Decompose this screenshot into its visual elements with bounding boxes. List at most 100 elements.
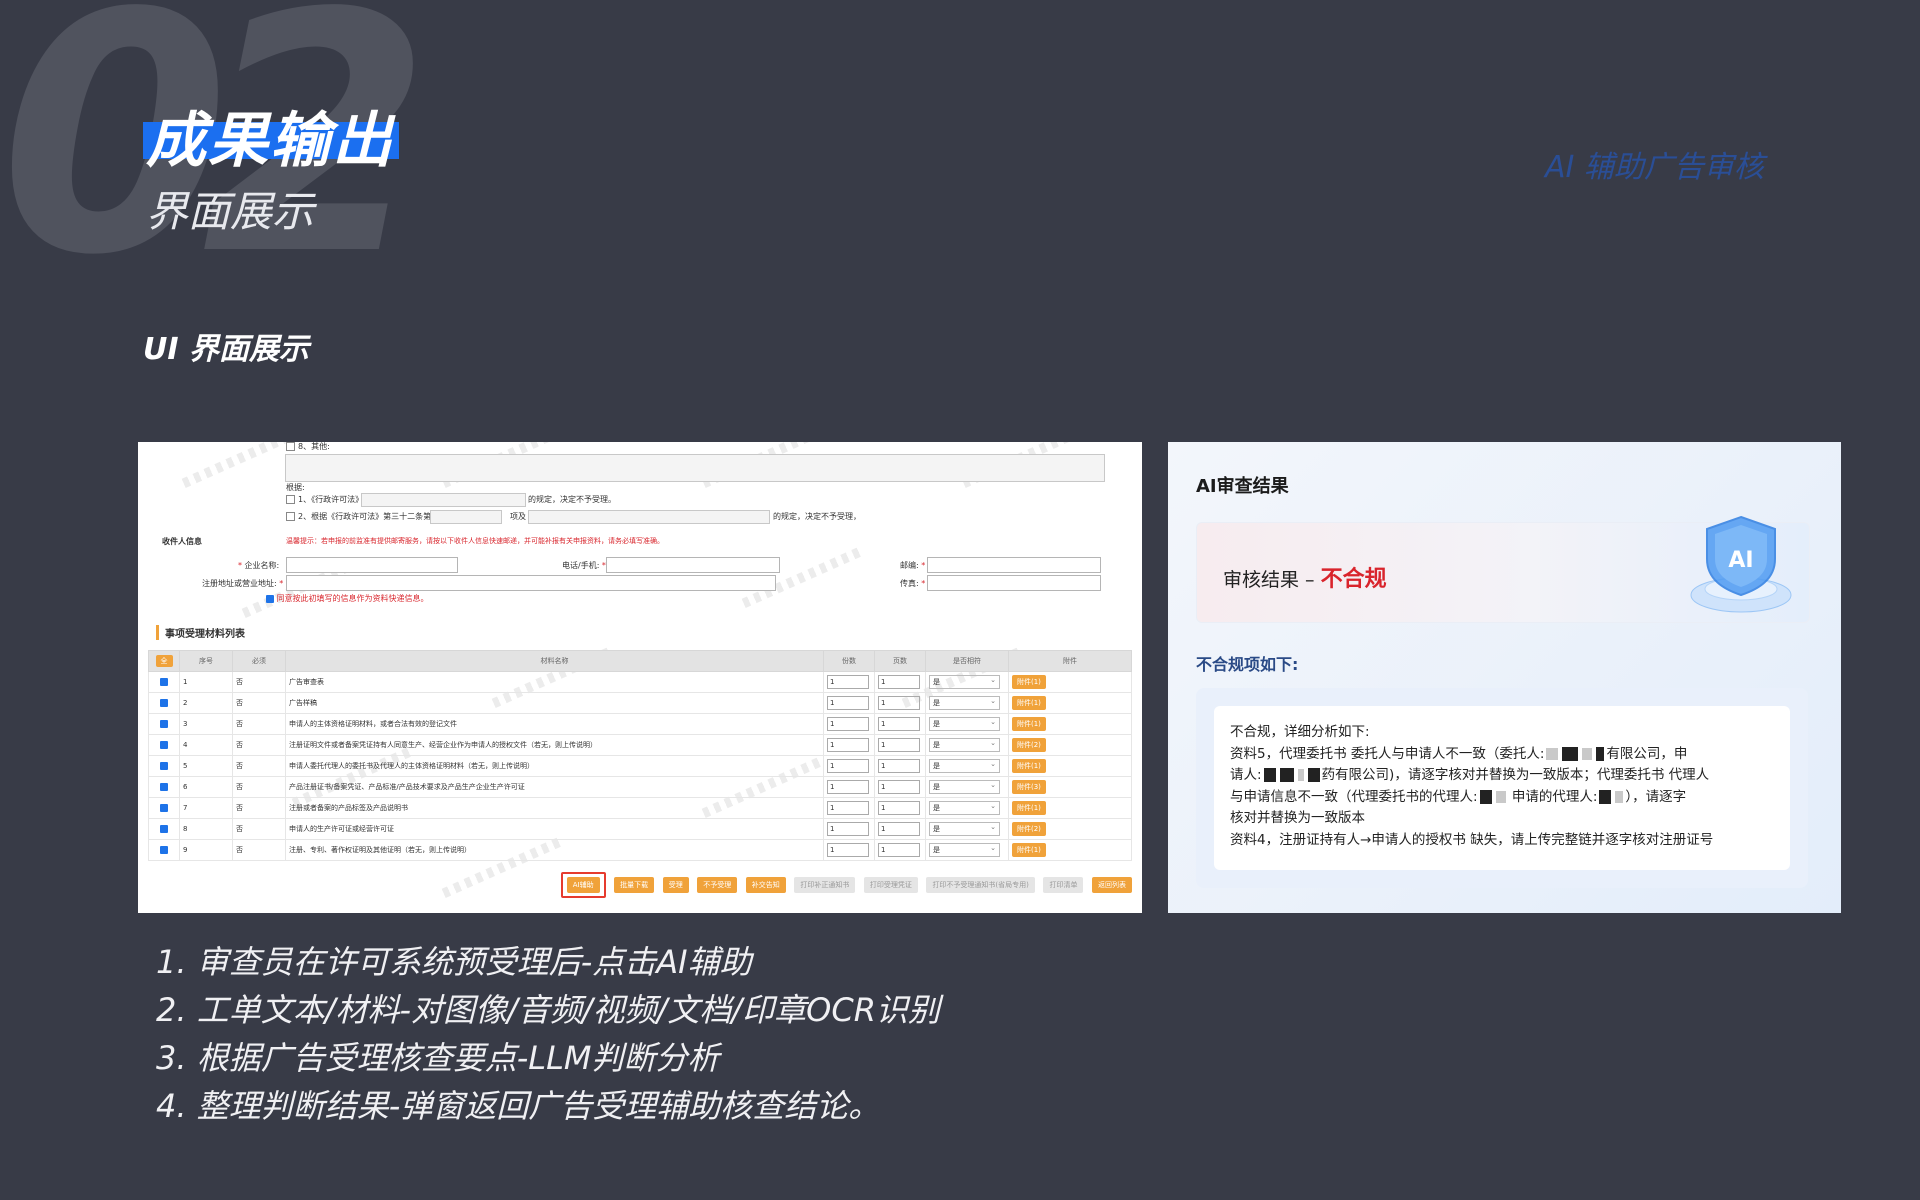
row-checkbox[interactable] [148, 797, 180, 819]
other-reason-textarea[interactable] [285, 454, 1105, 482]
basis-2-item-input[interactable] [430, 510, 502, 524]
reject-button[interactable]: 不予受理 [697, 877, 738, 893]
table-row: 2否广告样稿11是附件(1) [148, 692, 1132, 714]
email-input[interactable] [927, 557, 1101, 573]
basis-option-2[interactable]: 2、根据《行政许可法》第三十二条第 [286, 511, 431, 522]
row-match-select[interactable]: 是 [925, 797, 1009, 819]
row-match-select[interactable]: 是 [925, 692, 1009, 714]
row-attachment-button[interactable]: 附件(1) [1008, 839, 1132, 861]
row-material-name: 申请人委托代理人的委托书及代理人的主体资格证明材料（若无，则上传说明） [285, 755, 824, 777]
process-steps: 1. 审查员在许可系统预受理后-点击AI辅助 2. 工单文本/材料-对图像/音频… [156, 938, 940, 1130]
row-attachment-button[interactable]: 附件(1) [1008, 713, 1132, 735]
fax-label: 传真: * [900, 579, 926, 588]
row-copies[interactable]: 1 [823, 692, 875, 714]
row-copies[interactable]: 1 [823, 671, 875, 693]
corner-tag: AI 辅助广告审核 [1545, 150, 1764, 185]
row-pages[interactable]: 1 [874, 692, 926, 714]
row-pages[interactable]: 1 [874, 839, 926, 861]
step-1: 1. 审查员在许可系统预受理后-点击AI辅助 [156, 943, 752, 981]
mail-notice: 温馨提示：若申报的前监准有提供邮寄服务，请按以下收件人信息快速邮递，并可能补报有… [286, 537, 664, 545]
row-checkbox[interactable] [148, 671, 180, 693]
row-match-select[interactable]: 是 [925, 818, 1009, 840]
ai-review-result-panel: AI审查结果 审核结果 – 不合规 AI 不合规项如下: 不合规，详细分析如下:… [1168, 442, 1841, 913]
row-number: 2 [179, 692, 233, 714]
row-pages[interactable]: 1 [874, 818, 926, 840]
table-row: 8否申请人的生产许可证或经营许可证11是附件(2) [148, 818, 1132, 840]
col-no: 序号 [179, 650, 233, 672]
phone-input[interactable] [606, 557, 780, 573]
step-2: 2. 工单文本/材料-对图像/音频/视频/文档/印章OCR识别 [156, 991, 940, 1029]
row-match-select[interactable]: 是 [925, 839, 1009, 861]
print-receipt-button[interactable]: 打印受理凭证 [863, 877, 918, 893]
row-checkbox[interactable] [148, 776, 180, 798]
print-reject-notice-button[interactable]: 打印不予受理通知书(省局专用) [926, 877, 1035, 893]
address-input[interactable] [286, 575, 776, 591]
agree-checkbox[interactable]: 同意按此初填写的信息作为资料快递信息。 [266, 593, 429, 604]
row-copies[interactable]: 1 [823, 734, 875, 756]
ai-shield-icon: AI [1690, 515, 1792, 613]
page-subtitle: 界面展示 [146, 187, 315, 236]
back-to-list-button[interactable]: 返回列表 [1092, 877, 1132, 893]
row-copies[interactable]: 1 [823, 713, 875, 735]
row-attachment-button[interactable]: 附件(2) [1008, 818, 1132, 840]
select-all-header[interactable]: 全 [148, 650, 180, 672]
row-checkbox[interactable] [148, 755, 180, 777]
row-match-select[interactable]: 是 [925, 776, 1009, 798]
row-copies[interactable]: 1 [823, 839, 875, 861]
basis-2-mid: 项及 [510, 512, 526, 521]
ai-assist-button[interactable]: AI辅助 [566, 877, 600, 893]
material-list-title: 事项受理材料列表 [156, 625, 245, 640]
row-attachment-button[interactable]: 附件(1) [1008, 671, 1132, 693]
row-pages[interactable]: 1 [874, 734, 926, 756]
supplement-notice-button[interactable]: 补交告知 [745, 877, 786, 893]
issues-content: 不合规，详细分析如下: 资料5，代理委托书 委托人与申请人不一致（委托人: 有限公… [1214, 706, 1790, 870]
accept-button[interactable]: 受理 [662, 877, 689, 893]
row-match-select[interactable]: 是 [925, 734, 1009, 756]
row-match-select[interactable]: 是 [925, 755, 1009, 777]
basis-1-input[interactable] [361, 493, 526, 507]
row-attachment-button[interactable]: 附件(2) [1008, 734, 1132, 756]
basis-2-law-input[interactable] [528, 510, 770, 524]
row-material-name: 广告样稿 [285, 692, 824, 714]
svg-text:AI: AI [1728, 548, 1753, 573]
print-correction-button[interactable]: 打印补正通知书 [794, 877, 856, 893]
row-match-select[interactable]: 是 [925, 713, 1009, 735]
row-attachment-button[interactable]: 附件(1) [1008, 692, 1132, 714]
other-option[interactable]: 8、其他: [286, 442, 330, 452]
row-pages[interactable]: 1 [874, 797, 926, 819]
row-checkbox[interactable] [148, 818, 180, 840]
row-copies[interactable]: 1 [823, 755, 875, 777]
material-table: 全 序号 必须 材料名称 份数 页数 是否相符 附件 1否广告审查表11是附件(… [148, 650, 1132, 861]
row-required: 否 [232, 713, 286, 735]
row-attachment-button[interactable]: 附件(3) [1008, 776, 1132, 798]
row-required: 否 [232, 734, 286, 756]
fax-input[interactable] [927, 575, 1101, 591]
ai-assist-highlight: AI辅助 [560, 872, 606, 898]
step-3: 3. 根据广告受理核查要点-LLM判断分析 [156, 1039, 720, 1077]
batch-download-button[interactable]: 批量下载 [614, 877, 655, 893]
basis-option-1[interactable]: 1、《行政许可法》 [286, 494, 363, 505]
row-copies[interactable]: 1 [823, 797, 875, 819]
row-match-select[interactable]: 是 [925, 671, 1009, 693]
print-list-button[interactable]: 打印清单 [1043, 877, 1084, 893]
row-checkbox[interactable] [148, 692, 180, 714]
row-number: 3 [179, 713, 233, 735]
row-checkbox[interactable] [148, 713, 180, 735]
row-attachment-button[interactable]: 附件(1) [1008, 797, 1132, 819]
row-attachment-button[interactable]: 附件(1) [1008, 755, 1132, 777]
row-pages[interactable]: 1 [874, 671, 926, 693]
row-material-name: 产品注册证书/备案凭证、产品标准/产品技术要求及产品生产企业生产许可证 [285, 776, 824, 798]
row-copies[interactable]: 1 [823, 776, 875, 798]
row-pages[interactable]: 1 [874, 776, 926, 798]
row-pages[interactable]: 1 [874, 713, 926, 735]
row-number: 6 [179, 776, 233, 798]
row-pages[interactable]: 1 [874, 755, 926, 777]
col-pages: 页数 [874, 650, 926, 672]
result-status: 审核结果 – 不合规 [1223, 567, 1387, 592]
row-checkbox[interactable] [148, 839, 180, 861]
company-input[interactable] [286, 557, 458, 573]
company-label: * 企业名称: [238, 561, 280, 570]
row-required: 否 [232, 692, 286, 714]
row-copies[interactable]: 1 [823, 818, 875, 840]
row-checkbox[interactable] [148, 734, 180, 756]
